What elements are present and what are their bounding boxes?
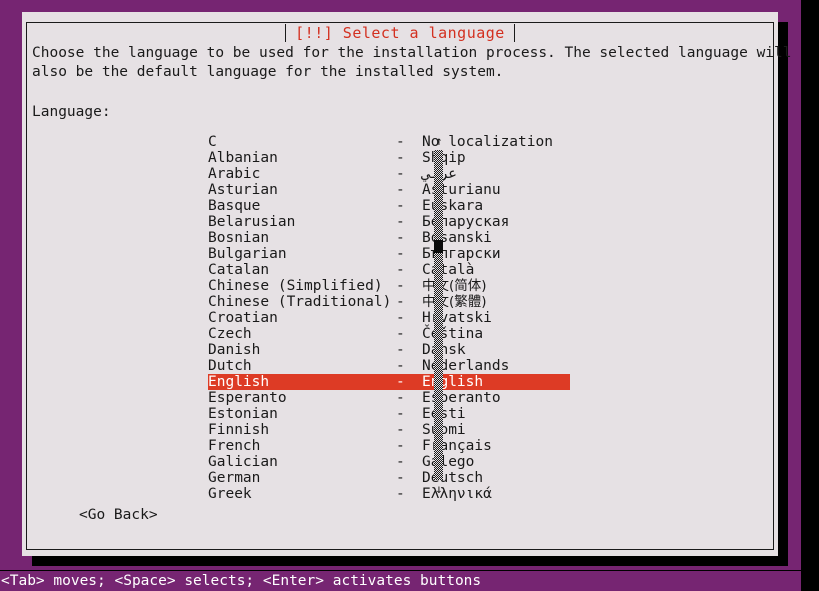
language-separator: - bbox=[396, 262, 405, 278]
language-separator: - bbox=[396, 422, 405, 438]
language-list-item[interactable]: Albanian - Shqip bbox=[208, 150, 570, 166]
go-back-button[interactable]: <Go Back> bbox=[79, 506, 158, 524]
language-list-item[interactable]: Basque - Euskara bbox=[208, 198, 570, 214]
language-list-item[interactable]: Estonian - Eesti bbox=[208, 406, 570, 422]
language-list-item[interactable]: Asturian - Asturianu bbox=[208, 182, 570, 198]
language-list[interactable]: C-No localizationAlbanian-ShqipArabic-عر… bbox=[208, 134, 570, 502]
language-separator: - bbox=[396, 246, 405, 262]
language-separator: - bbox=[396, 278, 405, 294]
language-separator: - bbox=[396, 342, 405, 358]
language-separator: - bbox=[396, 182, 405, 198]
language-list-item[interactable]: Chinese (Simplified) - 中文(简体) bbox=[208, 278, 570, 294]
language-list-item[interactable]: Arabic-عربي bbox=[208, 166, 570, 182]
language-separator: - bbox=[396, 374, 405, 390]
select-language-dialog: [!!] Select a language Choose the langua… bbox=[22, 12, 792, 556]
installer-screen: [!!] Select a language Choose the langua… bbox=[0, 0, 819, 591]
dialog-body: Choose the language to be used for the i… bbox=[32, 44, 792, 546]
language-separator: - bbox=[396, 390, 405, 406]
language-separator: - bbox=[396, 438, 405, 454]
language-list-item[interactable]: English - English bbox=[208, 374, 570, 390]
language-separator: - bbox=[396, 214, 405, 230]
language-list-item[interactable]: Belarusian - Беларуская bbox=[208, 214, 570, 230]
language-separator: - bbox=[396, 454, 405, 470]
language-list-item[interactable]: Bosnian - Bosanski bbox=[208, 230, 570, 246]
language-list-item[interactable]: C - No localization bbox=[208, 134, 570, 150]
scroll-down-arrow-icon[interactable]: ↓ bbox=[432, 482, 446, 496]
language-separator: - bbox=[396, 134, 405, 150]
language-name: Asturian bbox=[208, 182, 278, 198]
language-separator: - bbox=[396, 486, 405, 502]
language-list-item[interactable]: Finnish - Suomi bbox=[208, 422, 570, 438]
language-name: English bbox=[208, 374, 270, 390]
language-name: Danish bbox=[208, 342, 261, 358]
language-name: Arabic bbox=[208, 166, 261, 182]
language-separator: - bbox=[396, 358, 405, 374]
language-name: Esperanto bbox=[208, 390, 287, 406]
language-list-item[interactable]: Czech - Čeština bbox=[208, 326, 570, 342]
language-separator: - bbox=[396, 198, 405, 214]
language-name: Galician bbox=[208, 454, 278, 470]
intro-line-1: Choose the language to be used for the i… bbox=[32, 45, 792, 61]
language-name: German bbox=[208, 470, 261, 486]
language-name: Chinese (Traditional) bbox=[208, 294, 392, 310]
language-list-item[interactable]: Dutch - Nederlands bbox=[208, 358, 570, 374]
language-name: Albanian bbox=[208, 150, 278, 166]
language-name: Greek bbox=[208, 486, 252, 502]
language-field-label: Language: bbox=[32, 104, 111, 120]
language-separator: - bbox=[396, 310, 405, 326]
language-list-item[interactable]: German - Deutsch bbox=[208, 470, 570, 486]
language-list-item[interactable]: Bulgarian - Български bbox=[208, 246, 570, 262]
scrollbar-thumb[interactable] bbox=[434, 240, 443, 253]
scroll-up-arrow-icon[interactable]: ↑ bbox=[432, 134, 446, 148]
language-list-item[interactable]: Galician - Galego bbox=[208, 454, 570, 470]
language-name: Czech bbox=[208, 326, 252, 342]
language-separator: - bbox=[396, 326, 405, 342]
language-name: Catalan bbox=[208, 262, 270, 278]
language-list-item[interactable]: Chinese (Traditional) - 中文(繁體) bbox=[208, 294, 570, 310]
language-separator: - bbox=[396, 470, 405, 486]
language-name: Estonian bbox=[208, 406, 278, 422]
language-name: Croatian bbox=[208, 310, 278, 326]
language-name: C bbox=[208, 134, 217, 150]
language-separator: - bbox=[396, 294, 405, 310]
language-separator: - bbox=[396, 230, 405, 246]
language-name: Dutch bbox=[208, 358, 252, 374]
language-separator: - bbox=[396, 166, 405, 182]
language-name: Bosnian bbox=[208, 230, 270, 246]
language-list-item[interactable]: Esperanto - Esperanto bbox=[208, 390, 570, 406]
language-list-item[interactable]: Catalan - Català bbox=[208, 262, 570, 278]
language-separator: - bbox=[396, 406, 405, 422]
language-list-item[interactable]: Croatian - Hrvatski bbox=[208, 310, 570, 326]
language-list-scrollbar[interactable]: ↑ ↓ bbox=[432, 134, 446, 496]
language-name: Belarusian bbox=[208, 214, 296, 230]
language-name: Bulgarian bbox=[208, 246, 287, 262]
intro-line-2: also be the default language for the ins… bbox=[32, 64, 504, 80]
language-name: Basque bbox=[208, 198, 261, 214]
language-separator: - bbox=[396, 150, 405, 166]
language-name: Chinese (Simplified) bbox=[208, 278, 383, 294]
scrollbar-track[interactable] bbox=[434, 150, 443, 480]
language-list-item[interactable]: French - Français bbox=[208, 438, 570, 454]
status-bar-hint: <Tab> moves; <Space> selects; <Enter> ac… bbox=[0, 571, 801, 591]
language-name: French bbox=[208, 438, 261, 454]
language-list-item[interactable]: Greek - Ελληνικά bbox=[208, 486, 570, 502]
language-list-item[interactable]: Danish - Dansk bbox=[208, 342, 570, 358]
language-list-area: C-No localizationAlbanian-ShqipArabic-عر… bbox=[32, 134, 768, 502]
language-name: Finnish bbox=[208, 422, 270, 438]
